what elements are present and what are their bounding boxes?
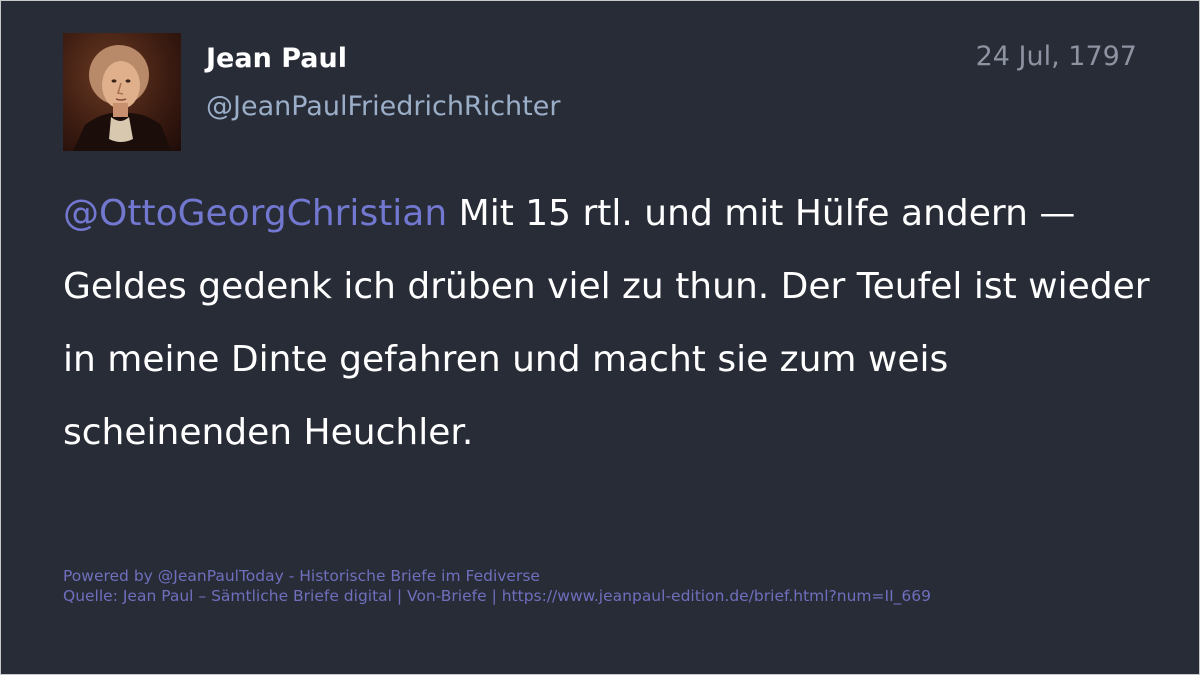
footer: Powered by @JeanPaulToday - Historische … xyxy=(63,566,931,606)
post-date: 24 Jul, 1797 xyxy=(975,41,1137,72)
mention-link[interactable]: @OttoGeorgChristian xyxy=(63,193,447,234)
post-card: Jean Paul @JeanPaulFriedrichRichter 24 J… xyxy=(0,0,1200,675)
portrait-icon xyxy=(73,45,171,151)
powered-by-text: Powered by @JeanPaulToday - Historische … xyxy=(63,567,540,585)
author-name[interactable]: Jean Paul xyxy=(206,41,347,77)
author-handle[interactable]: @JeanPaulFriedrichRichter xyxy=(206,89,560,125)
source-text: Quelle: Jean Paul – Sämtliche Briefe dig… xyxy=(63,587,931,605)
avatar[interactable] xyxy=(63,33,181,151)
post-text: @OttoGeorgChristian Mit 15 rtl. und mit … xyxy=(63,177,1153,469)
